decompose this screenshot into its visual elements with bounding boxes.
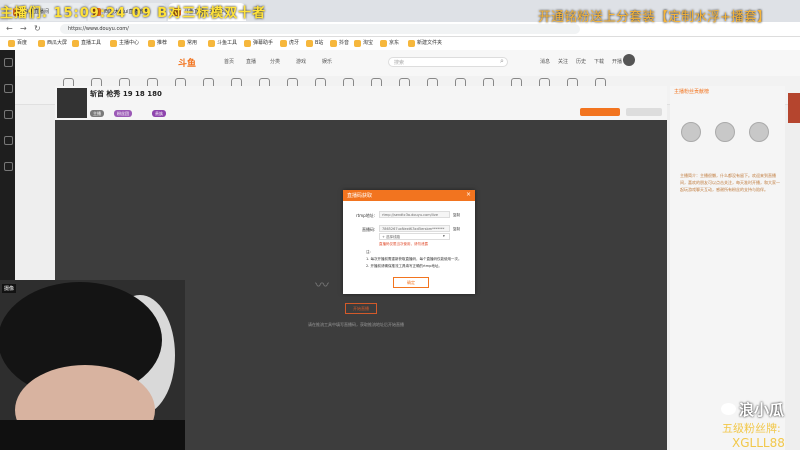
bookmark-item[interactable]: 虎牙	[280, 39, 299, 48]
bookmark-item[interactable]: 直播工具	[72, 39, 101, 48]
fan-avatar[interactable]	[715, 122, 735, 142]
bookmark-item[interactable]: B站	[306, 39, 323, 48]
dialog-title: 直播码获取	[347, 193, 373, 199]
bookmark-item[interactable]: 京东	[380, 39, 399, 48]
weibo-icon	[721, 403, 736, 415]
bookmark-item[interactable]: 淘宝	[354, 39, 373, 48]
fan-avatar[interactable]	[749, 122, 769, 142]
fan-avatar[interactable]	[681, 122, 701, 142]
sidebar-video-icon[interactable]	[4, 136, 13, 145]
nav-link[interactable]: 娱乐	[322, 58, 332, 65]
watermark-fans-level: 五级粉丝牌:	[722, 422, 781, 435]
follow-button[interactable]	[580, 108, 620, 116]
room-tag[interactable]: 粉丝团	[114, 110, 132, 117]
bookmark-item[interactable]: 推荐	[148, 39, 167, 48]
user-avatar[interactable]	[623, 54, 635, 66]
line-select[interactable]: + 选择线路	[379, 233, 450, 240]
note-item: 2. 开播前请确保推流工具填写正确的rtmp地址。	[366, 264, 442, 268]
notes-title: 注:	[366, 250, 371, 254]
code-copy-button[interactable]: 复制	[453, 227, 460, 232]
stream-overlay-text: 主播们. 15:09:24 09 B对三标模双十者	[0, 6, 267, 21]
fan-rank-title: 主播粉丝贡献榜	[674, 89, 710, 95]
room-tag[interactable]: 主播	[90, 110, 104, 117]
nav-link[interactable]: 首页	[224, 58, 234, 65]
sidebar-home-icon[interactable]	[4, 58, 13, 67]
forward-icon[interactable]: →	[20, 24, 27, 33]
start-live-button[interactable]: 开始直播	[345, 303, 377, 314]
nav-link[interactable]: 分类	[270, 58, 280, 65]
streamer-avatar[interactable]	[57, 88, 87, 118]
room-title: 斩首 枪秀 19 18 180	[90, 90, 162, 98]
sidebar-follow-icon[interactable]	[4, 84, 13, 93]
bookmark-item[interactable]: 常用	[178, 39, 197, 48]
streamer-description: 主播简介：主播很懒，什么都没有留下。欢迎来到直播间，喜欢的朋友可以点击关注，每天…	[680, 173, 780, 192]
chevron-down-icon[interactable]: ▾	[443, 234, 445, 238]
edge-character-image	[788, 93, 800, 123]
rtmp-field[interactable]: rtmp://sendtc3a.douyu.com/live	[379, 211, 450, 218]
search-icon[interactable]: ⌕	[500, 57, 504, 66]
webcam-label: 摄像	[2, 284, 17, 293]
confirm-button[interactable]: 确定	[393, 277, 429, 288]
header-link[interactable]: 开播	[612, 58, 622, 65]
rtmp-copy-button[interactable]: 复制	[453, 213, 460, 218]
reload-icon[interactable]: ↻	[34, 24, 41, 33]
stream-overlay-promo: 开通铭粉送上分套装【定制水浮+播套】	[538, 10, 770, 25]
bookmark-item[interactable]: 百度	[8, 39, 27, 48]
bookmark-item[interactable]: 斗鱼工具	[208, 39, 237, 48]
close-icon[interactable]: ×	[466, 191, 471, 198]
back-icon[interactable]: ←	[6, 24, 13, 33]
bookmark-item[interactable]: 西瓜大屏	[38, 39, 67, 48]
header-link[interactable]: 关注	[558, 58, 568, 65]
watermark-name: 浪小瓜	[739, 401, 785, 419]
bookmark-item[interactable]: 弹幕助手	[244, 39, 273, 48]
player-notice: 请在推流工具中填写直播码，获取推流地址后开始直播	[308, 322, 404, 327]
bookmark-item[interactable]: 主播中心	[110, 39, 139, 48]
site-logo[interactable]: 斗鱼	[178, 56, 196, 69]
player-placeholder-icon: 〰	[315, 278, 329, 294]
header-link[interactable]: 下载	[594, 58, 604, 65]
code-field[interactable]: 7865267uxNextK3xd5ersbm*******	[379, 225, 450, 232]
nav-link[interactable]: 直播	[246, 58, 256, 65]
warning-text: 直播码仅限当次使用，请勿泄露	[379, 242, 428, 246]
nav-link[interactable]: 游戏	[296, 58, 306, 65]
share-button[interactable]	[626, 108, 662, 116]
watermark-id: XGLLL88	[732, 436, 785, 450]
code-label: 直播码:	[362, 227, 376, 232]
url-input[interactable]: https://www.douyu.com/	[60, 24, 580, 34]
sidebar-game-icon[interactable]	[4, 110, 13, 119]
webcam-feed	[0, 280, 185, 450]
header-link[interactable]: 历史	[576, 58, 586, 65]
rtmp-label: rtmp地址:	[356, 213, 375, 218]
bookmark-item[interactable]: 抖音	[330, 39, 349, 48]
note-item: 1. 每次开播前需重新获取直播码，每个直播码仅能使用一次。	[366, 257, 462, 261]
search-input[interactable]: 搜索	[388, 57, 508, 67]
bookmark-item[interactable]: 新建文件夹	[408, 39, 442, 48]
sidebar-more-icon[interactable]	[4, 162, 13, 171]
header-link[interactable]: 消息	[540, 58, 550, 65]
room-tag[interactable]: 贵族	[152, 110, 166, 117]
